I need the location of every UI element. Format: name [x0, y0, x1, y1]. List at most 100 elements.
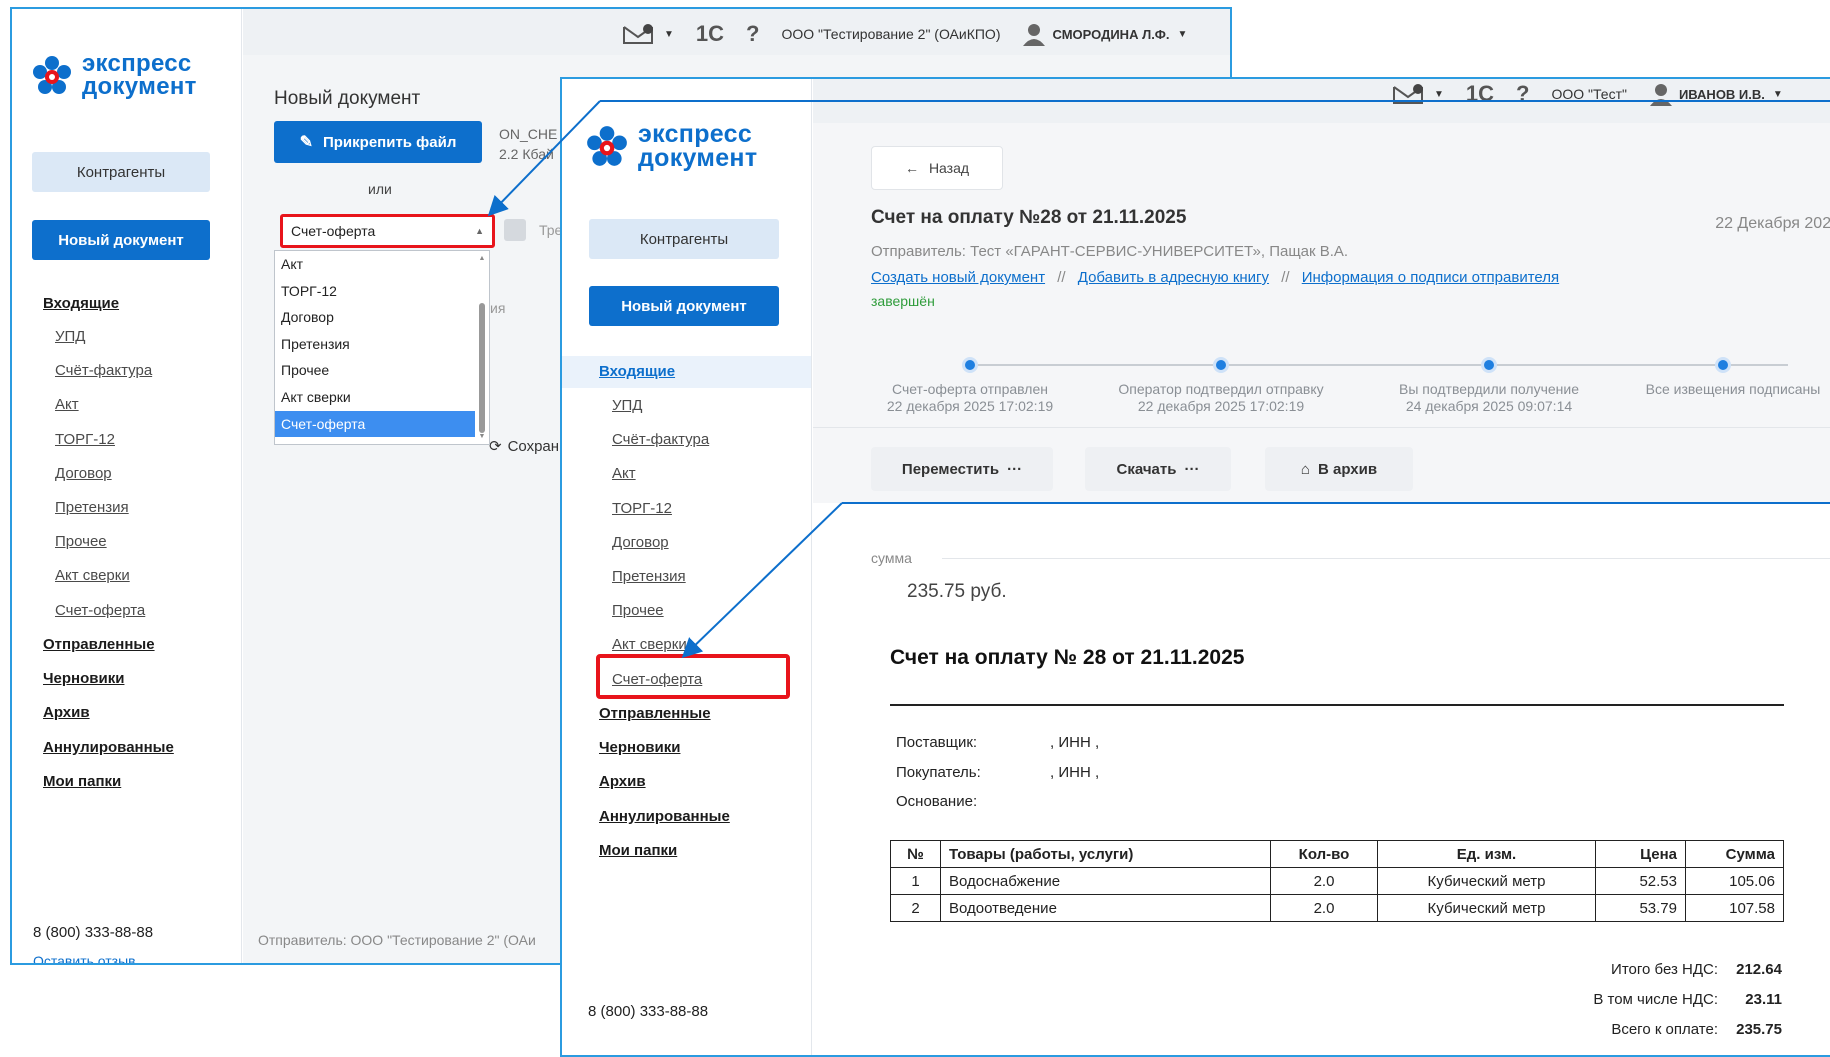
download-button[interactable]: Скачать ··· [1085, 447, 1231, 491]
sidebar-sub-item[interactable]: Счёт-фактура [612, 431, 709, 448]
dropdown-option[interactable]: Акт [275, 251, 475, 278]
progress-step-dot [1481, 357, 1497, 373]
table-cell: Водоотведение [940, 894, 1271, 922]
sidebar-item-inbox[interactable]: Входящие [43, 295, 119, 312]
scroll-down-icon: ▼ [478, 433, 486, 440]
back-button[interactable]: ← Назад [871, 146, 1003, 190]
user-menu[interactable]: СМОРОДИНА Л.Ф. ▼ [1022, 22, 1187, 46]
front-window: экспресс документ Контрагенты Новый доку… [560, 77, 1830, 1057]
dropdown-option[interactable]: Договор [275, 304, 475, 331]
sidebar-main-item[interactable]: Мои папки [599, 842, 677, 859]
sidebar-sub-item[interactable]: Акт сверки [612, 636, 687, 653]
signature-info-link[interactable]: Информация о подписи отправителя [1302, 269, 1559, 286]
archive-button[interactable]: ⌂ В архив [1265, 447, 1413, 491]
sidebar-main-item[interactable]: Отправленные [599, 705, 711, 722]
sidebar-main-item[interactable]: Черновики [599, 739, 680, 756]
dropdown-option[interactable]: Претензия [275, 331, 475, 358]
attach-file-button[interactable]: ✎ Прикрепить файл [274, 121, 482, 163]
sidebar-main-item[interactable]: Аннулированные [43, 739, 174, 756]
save-button[interactable]: ⟳ Сохран [489, 437, 560, 456]
sidebar-sub-item[interactable]: Акт сверки [55, 567, 130, 584]
sidebar-sub-item[interactable]: Прочее [612, 602, 664, 619]
envelope-icon [1393, 84, 1423, 104]
total-row: В том числе НДС: 23.11 [1593, 991, 1782, 1008]
new-document-button[interactable]: Новый документ [589, 286, 779, 326]
document-type-select[interactable]: Счет-оферта ▲ [280, 214, 495, 248]
envelope-icon [623, 24, 653, 44]
feedback-link[interactable]: Оставить отзыв [33, 953, 136, 963]
table-header-row: № Товары (работы, услуги) Кол-во Ед. изм… [890, 840, 1784, 868]
progress-step-label: Все извещения подписаны [1646, 381, 1821, 398]
sidebar-sub-item[interactable]: Прочее [55, 533, 107, 550]
contractors-button[interactable]: Контрагенты [589, 219, 779, 259]
create-document-link[interactable]: Создать новый документ [871, 269, 1045, 286]
arrow-left-icon: ← [904, 160, 919, 176]
sidebar-main-item[interactable]: Аннулированные [599, 808, 730, 825]
sidebar-main-item[interactable]: Черновики [43, 670, 124, 687]
sidebar-sub-item[interactable]: Договор [612, 534, 669, 551]
sidebar-main-item[interactable]: Отправленные [43, 636, 155, 653]
table-row: 2 Водоотведение 2.0 Кубический метр 53.79 107… [890, 894, 1784, 922]
dropdown-option[interactable]: Счет-оферта [275, 410, 475, 438]
contractors-button[interactable]: Контрагенты [32, 152, 210, 192]
dropdown-option[interactable]: ТОРГ-12 [275, 278, 475, 305]
sidebar-sub-item[interactable]: Акт [55, 396, 79, 413]
sidebar-sub-item[interactable]: УПД [55, 328, 85, 345]
or-label: или [368, 181, 392, 197]
save-label: Сохран [507, 437, 560, 455]
sidebar-sub-item[interactable]: ТОРГ-12 [612, 500, 672, 517]
items-table: № Товары (работы, услуги) Кол-во Ед. изм… [890, 840, 1784, 922]
dropdown-option[interactable]: Акт сверки [275, 384, 475, 411]
user-icon [1023, 24, 1046, 46]
user-menu[interactable]: ИВАНОВ И.В. ▼ [1649, 82, 1783, 106]
document-type-dropdown[interactable]: Акт ТОРГ-12 Договор Претензия Прочее Акт свер… [274, 250, 490, 445]
move-button[interactable]: Переместить ··· [871, 447, 1053, 491]
notifications-button[interactable]: ▼ [622, 23, 674, 45]
page-title: Новый документ [274, 88, 421, 109]
col-goods: Товары (работы, услуги) [940, 840, 1271, 868]
scroll-thumb[interactable] [479, 303, 485, 433]
sidebar-sub-item[interactable]: Счёт-фактура [55, 362, 152, 379]
help-button[interactable]: ? [1516, 81, 1529, 107]
brand-flower-icon [33, 55, 71, 94]
sidebar-sub-item[interactable]: Счет-оферта [55, 602, 145, 619]
sidebar-item-inbox[interactable]: Входящие [599, 363, 675, 380]
sidebar-sub-item[interactable]: ТОРГ-12 [55, 431, 115, 448]
col-unit: Ед. изм. [1377, 840, 1596, 868]
progress-step-label: Вы подтвердили получение 24 декабря 2025 … [1399, 381, 1579, 415]
invoice-rule [890, 704, 1784, 706]
add-address-book-link[interactable]: Добавить в адресную книгу [1078, 269, 1269, 286]
sidebar-main-item[interactable]: Архив [43, 704, 90, 721]
logo-1c[interactable]: 1С [1466, 81, 1494, 107]
help-button[interactable]: ? [746, 21, 759, 47]
save-icon: ⟳ [489, 438, 502, 455]
sidebar-main-item[interactable]: Архив [599, 773, 646, 790]
notifications-button[interactable]: ▼ [1392, 83, 1444, 105]
col-qty: Кол-во [1270, 840, 1378, 868]
sidebar-sub-item[interactable]: УПД [612, 397, 642, 414]
sidebar-sub-item[interactable]: Договор [55, 465, 112, 482]
progress-step-label: Счет-оферта отправлен 22 декабря 2025 17:… [887, 381, 1053, 415]
document-date: 22 Декабря 2025 [1715, 215, 1830, 232]
table-cell: 2.0 [1270, 894, 1378, 922]
total-value: 23.11 [1745, 991, 1782, 1008]
user-name: СМОРОДИНА Л.Ф. [1052, 26, 1170, 42]
sidebar-sub-item[interactable]: Акт [612, 465, 636, 482]
dropdown-option[interactable]: Прочее [275, 357, 475, 384]
hint-fragment: ия [490, 300, 506, 316]
organization-name[interactable]: ООО "Тестирование 2" (ОАиКПО) [781, 26, 1000, 42]
option-checkbox[interactable] [504, 219, 526, 241]
document-title: Счет на оплату №28 от 21.11.2025 [871, 207, 1187, 228]
dropdown-scrollbar[interactable]: ▲ ▼ [477, 255, 487, 440]
archive-icon: ⌂ [1300, 460, 1310, 478]
brand-line2: документ [82, 72, 197, 100]
logo-1c[interactable]: 1С [696, 21, 724, 47]
new-document-button[interactable]: Новый документ [32, 220, 210, 260]
chevron-up-icon: ▲ [475, 226, 484, 236]
sidebar-sub-item[interactable]: Претензия [55, 499, 129, 516]
organization-name[interactable]: ООО "Тест" [1551, 86, 1626, 102]
supplier-label: Поставщик: [896, 734, 978, 751]
sidebar-main-item[interactable]: Мои папки [43, 773, 121, 790]
front-sidebar: экспресс документ Контрагенты Новый доку… [562, 79, 812, 1055]
sidebar-sub-item[interactable]: Претензия [612, 568, 686, 585]
